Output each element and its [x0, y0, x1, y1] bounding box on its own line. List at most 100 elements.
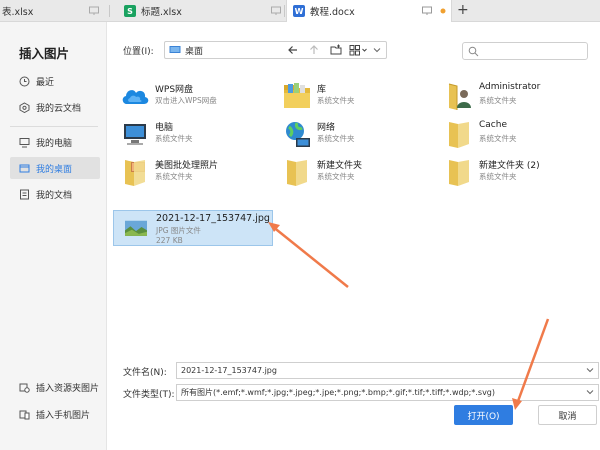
chevron-down-icon — [373, 48, 381, 53]
computer-icon — [19, 137, 30, 147]
file-item-library[interactable]: 库 系统文件夹 — [275, 78, 430, 114]
arrow-left-icon — [288, 46, 297, 54]
location-toolbar: 位置(I): 桌面 — [107, 22, 600, 78]
sidebar: 插入图片 最近 我的云文档 我的电脑 我的桌面 我的文档 插入资源夹图片 插入手… — [0, 22, 107, 450]
file-size: 227 KB — [156, 236, 183, 245]
cancel-button[interactable]: 取消 — [538, 405, 597, 425]
filename-label: 文件名(N): — [123, 368, 167, 378]
back-button[interactable] — [285, 42, 301, 58]
file-item-administrator[interactable]: Administrator 系统文件夹 — [437, 78, 592, 114]
file-item-computer[interactable]: 电脑 系统文件夹 — [113, 116, 268, 152]
open-button[interactable]: 打开(O) — [454, 405, 513, 425]
filename-input[interactable]: 2021-12-17_153747.jpg — [176, 362, 599, 379]
location-label: 位置(I): — [123, 47, 154, 57]
arrow-up-icon — [310, 45, 318, 54]
file-name: 新建文件夹 (2) — [479, 161, 540, 171]
tab-label: 教程.docx — [310, 7, 355, 18]
file-type: 系统文件夹 — [155, 172, 193, 181]
file-item-network[interactable]: 网络 系统文件夹 — [275, 116, 430, 152]
location-value: 桌面 — [185, 46, 204, 57]
spreadsheet-icon: S — [124, 5, 136, 17]
document-icon: W — [293, 5, 305, 17]
file-name: 电脑 — [155, 123, 174, 133]
monitor-icon[interactable] — [88, 5, 100, 17]
tab-label: 表.xlsx — [2, 7, 34, 18]
file-type: 系统文件夹 — [317, 96, 355, 105]
chevron-down-icon — [586, 390, 594, 395]
file-list: WPS网盘 双击进入WPS网盘 库 系统文件夹 Administrator 系统… — [107, 72, 600, 362]
tab-spreadsheet-1[interactable]: 表.xlsx — [0, 0, 110, 22]
computer-icon — [124, 124, 146, 145]
new-tab-button[interactable]: + — [457, 2, 469, 18]
sidebar-item-documents[interactable]: 我的文档 — [10, 183, 100, 205]
filetype-label: 文件类型(T): — [123, 390, 175, 400]
search-icon — [468, 46, 479, 57]
file-item-new-folder-2[interactable]: 新建文件夹 (2) 系统文件夹 — [437, 154, 592, 190]
resource-folder-icon — [19, 383, 30, 393]
cloud-drive-icon — [122, 90, 149, 104]
monitor-icon[interactable] — [270, 5, 282, 17]
filename-value: 2021-12-17_153747.jpg — [181, 366, 277, 375]
file-item-cache[interactable]: Cache 系统文件夹 — [437, 116, 592, 152]
sidebar-item-my-computer[interactable]: 我的电脑 — [10, 131, 100, 153]
filetype-select[interactable]: 所有图片(*.emf;*.wmf;*.jpg;*.jpeg;*.jpe;*.pn… — [176, 384, 599, 401]
sidebar-item-resource-folder[interactable]: 插入资源夹图片 — [10, 376, 100, 398]
up-button[interactable] — [306, 42, 322, 58]
file-item-wps-drive[interactable]: WPS网盘 双击进入WPS网盘 — [113, 78, 268, 114]
sidebar-item-phone-pictures[interactable]: 插入手机图片 — [10, 403, 100, 425]
sidebar-item-desktop[interactable]: 我的桌面 — [10, 157, 100, 179]
tab-document[interactable]: W 教程.docx — [286, 0, 452, 22]
desktop-icon — [169, 46, 181, 53]
filetype-value: 所有图片(*.emf;*.wmf;*.jpg;*.jpeg;*.jpe;*.pn… — [181, 388, 496, 397]
view-menu-button[interactable] — [348, 42, 370, 58]
documents-icon — [20, 189, 29, 199]
file-name: Administrator — [479, 82, 541, 92]
sidebar-item-label: 我的文档 — [36, 190, 73, 201]
folder-icon — [287, 160, 307, 186]
chevron-down-icon — [586, 368, 594, 373]
insert-picture-dialog: 插入图片 最近 我的云文档 我的电脑 我的桌面 我的文档 插入资源夹图片 插入手… — [0, 22, 600, 450]
file-type: 系统文件夹 — [479, 172, 517, 181]
tab-label: 标题.xlsx — [141, 7, 182, 18]
new-folder-button[interactable] — [328, 42, 344, 58]
file-item-new-folder[interactable]: 新建文件夹 系统文件夹 — [275, 154, 430, 190]
file-type: 系统文件夹 — [479, 96, 517, 105]
sidebar-item-label: 我的云文档 — [36, 103, 82, 114]
sidebar-item-label: 我的桌面 — [36, 164, 73, 175]
cloud-doc-icon — [19, 101, 30, 113]
folder-icon — [449, 160, 469, 186]
file-name: WPS网盘 — [155, 85, 194, 95]
tab-bar: 表.xlsx S 标题.xlsx W 教程.docx + — [0, 0, 600, 22]
file-type: 双击进入WPS网盘 — [155, 96, 217, 105]
unsaved-dot-icon — [440, 8, 446, 14]
sidebar-item-label: 最近 — [36, 77, 55, 88]
grid-view-icon — [349, 45, 367, 56]
sidebar-item-label: 插入资源夹图片 — [36, 383, 100, 394]
clock-icon — [19, 76, 30, 86]
dialog-title: 插入图片 — [19, 46, 70, 61]
sidebar-item-label: 我的电脑 — [36, 138, 73, 149]
file-name: 2021-12-17_153747.jpg — [156, 213, 270, 224]
search-input[interactable] — [462, 42, 588, 60]
file-name: 库 — [317, 85, 327, 95]
library-folder-icon — [284, 83, 310, 108]
file-type: 系统文件夹 — [317, 172, 355, 181]
file-name: 网络 — [317, 123, 336, 133]
file-type: 系统文件夹 — [479, 134, 517, 143]
file-item-selected-image[interactable]: 2021-12-17_153747.jpg JPG 图片文件 227 KB — [113, 210, 273, 246]
file-type: 系统文件夹 — [317, 134, 355, 143]
monitor-icon[interactable] — [421, 5, 433, 17]
tab-spreadsheet-2[interactable]: S 标题.xlsx — [118, 0, 285, 22]
sidebar-item-cloud-docs[interactable]: 我的云文档 — [10, 96, 100, 118]
file-name: Cache — [479, 120, 507, 130]
user-folder-icon — [448, 83, 471, 110]
sidebar-item-label: 插入手机图片 — [36, 410, 91, 421]
network-icon — [286, 122, 310, 147]
image-thumbnail-icon — [125, 220, 147, 236]
photo-folder-icon — [125, 160, 145, 186]
file-name: 美图批处理照片 — [155, 161, 219, 171]
file-item-photo-batch[interactable]: 美图批处理照片 系统文件夹 — [113, 154, 268, 190]
file-type: 系统文件夹 — [155, 134, 193, 143]
sidebar-item-recent[interactable]: 最近 — [10, 70, 100, 92]
file-name: 新建文件夹 — [317, 161, 363, 171]
